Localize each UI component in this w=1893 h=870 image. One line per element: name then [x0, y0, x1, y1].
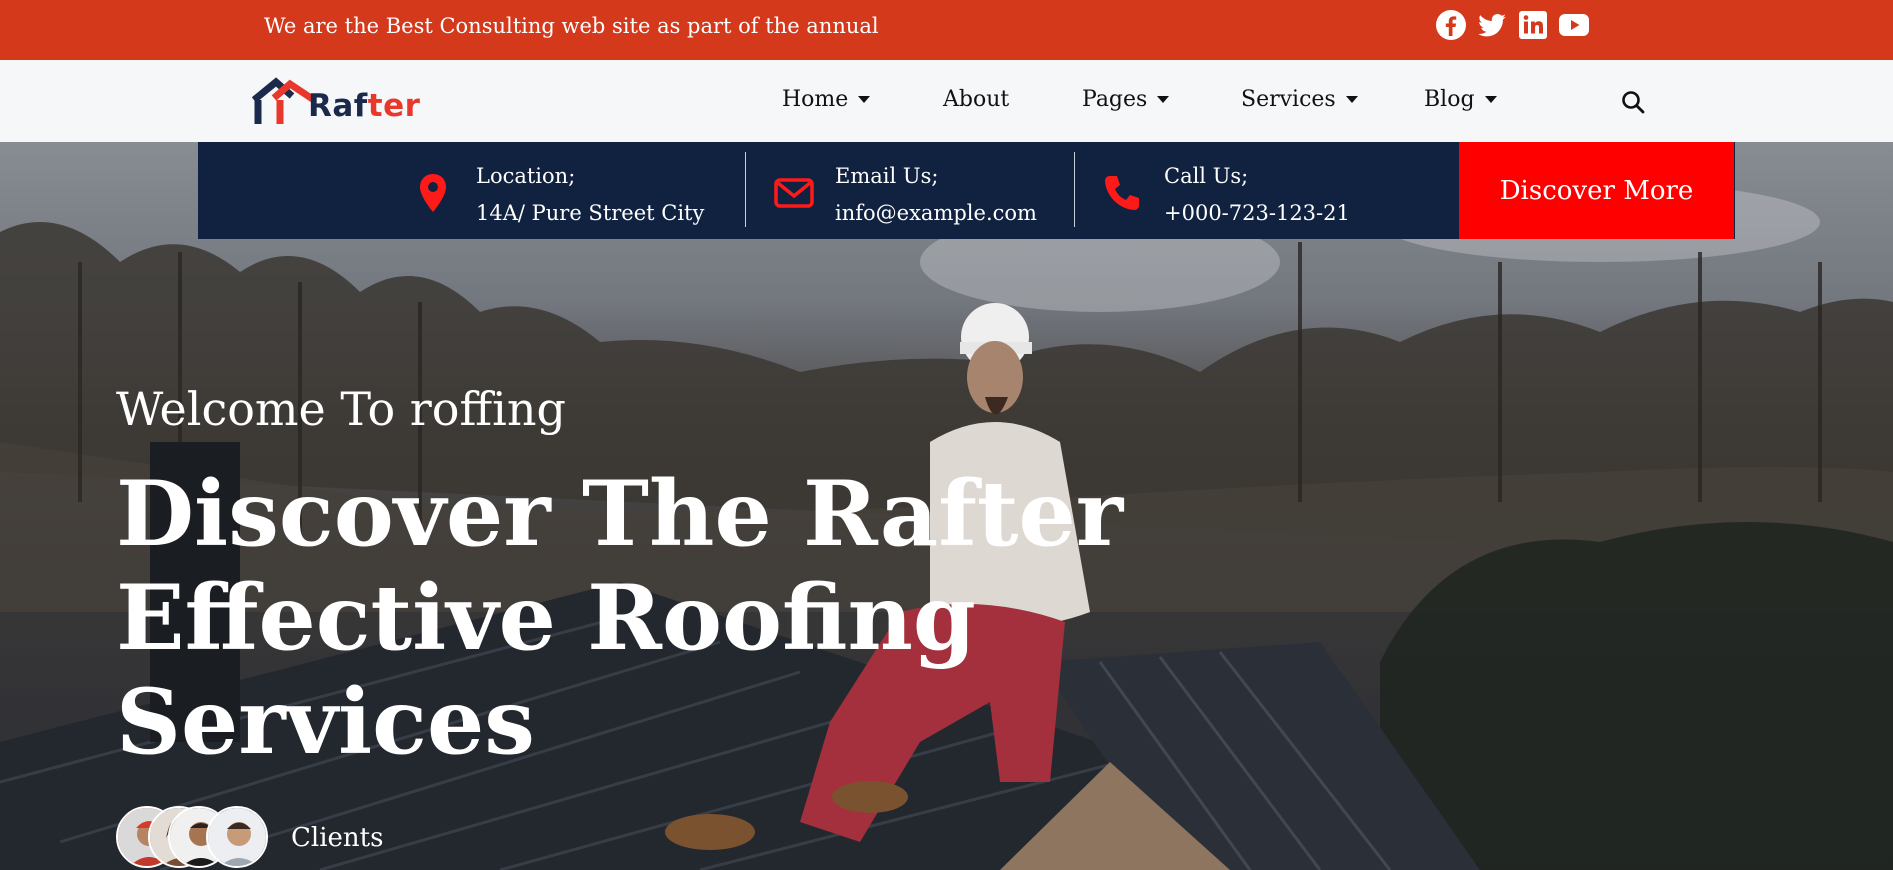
nav-item-about[interactable]: About — [943, 87, 1009, 112]
facebook-icon[interactable] — [1434, 9, 1467, 42]
nav-item-home[interactable]: Home — [782, 87, 871, 112]
nav-menu: Home About Pages Services Blog — [0, 87, 1893, 117]
search-icon[interactable] — [1620, 89, 1646, 115]
phone-icon — [1105, 176, 1139, 210]
caret-down-icon — [1157, 96, 1170, 103]
divider — [1074, 152, 1075, 227]
caret-down-icon — [858, 96, 871, 103]
location-value: 14A/ Pure Street City — [476, 201, 705, 225]
nav-item-label: Home — [782, 87, 849, 112]
client-avatars — [116, 806, 276, 870]
twitter-icon[interactable] — [1475, 9, 1508, 42]
hero-welcome: Welcome To roffing — [116, 382, 566, 436]
social-links — [1434, 8, 1590, 42]
hero-headline: Discover The Rafter Effective Roofing Se… — [116, 461, 1124, 775]
avatar — [206, 806, 268, 868]
email-value[interactable]: info@example.com — [835, 195, 1037, 232]
headline-line: Discover The Rafter — [116, 461, 1124, 567]
email-block: Email Us; info@example.com — [835, 158, 1037, 232]
nav-item-label: Blog — [1424, 87, 1475, 112]
discover-more-button[interactable]: Discover More — [1459, 142, 1734, 239]
location-block: Location; 14A/ Pure Street City — [476, 158, 704, 232]
call-block: Call Us; +000-723-123-21 — [1164, 158, 1350, 232]
main-navbar: Rafter Home About Pages Services Blog — [0, 60, 1893, 142]
call-value[interactable]: +000-723-123-21 — [1164, 195, 1350, 232]
nav-item-services[interactable]: Services — [1241, 87, 1358, 112]
caret-down-icon — [1345, 96, 1358, 103]
topbar-tagline: We are the Best Consulting web site as p… — [264, 14, 879, 38]
caret-down-icon — [1484, 96, 1497, 103]
linkedin-icon[interactable] — [1516, 9, 1549, 42]
email-title: Email Us; — [835, 164, 939, 188]
clients-label: Clients — [291, 823, 384, 853]
nav-item-blog[interactable]: Blog — [1424, 87, 1497, 112]
nav-item-label: About — [943, 87, 1010, 112]
youtube-icon[interactable] — [1557, 9, 1590, 42]
envelope-icon — [774, 178, 814, 208]
headline-line: Effective Roofing — [116, 565, 976, 671]
top-bar: We are the Best Consulting web site as p… — [0, 0, 1893, 60]
divider — [745, 152, 746, 227]
headline-line: Services — [116, 669, 535, 775]
nav-item-label: Pages — [1082, 87, 1148, 112]
location-title: Location; — [476, 164, 576, 188]
call-title: Call Us; — [1164, 164, 1249, 188]
nav-item-label: Services — [1241, 87, 1336, 112]
nav-item-pages[interactable]: Pages — [1082, 87, 1170, 112]
location-pin-icon — [420, 174, 446, 212]
